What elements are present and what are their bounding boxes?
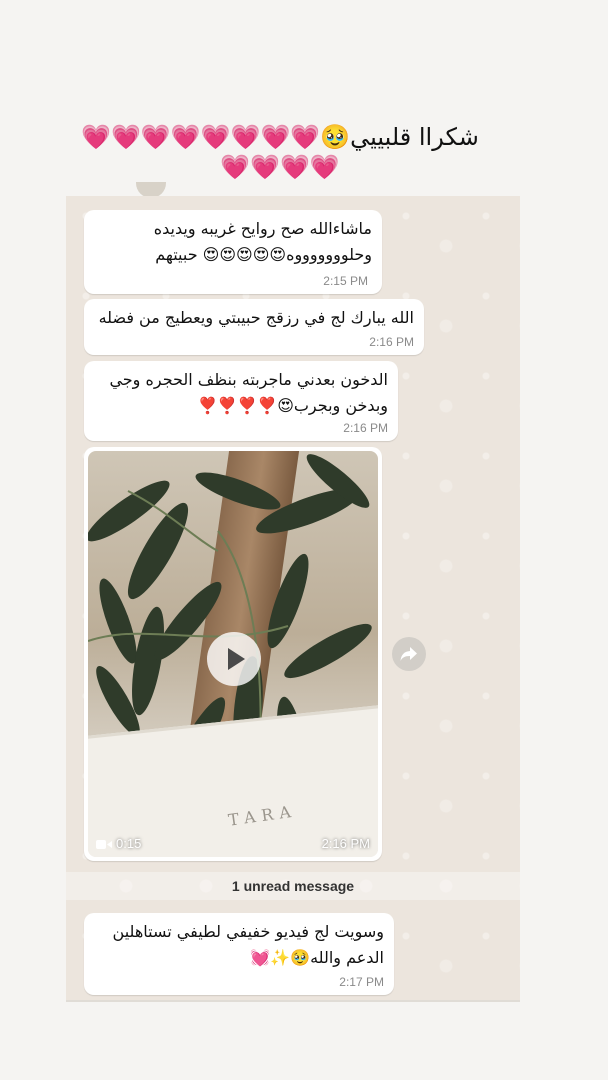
video-duration-text: 0:15 bbox=[116, 836, 142, 851]
unread-divider: 1 unread message bbox=[66, 872, 520, 900]
message-text: الله يبارك لج في رزقج حبيبتي ويعطيج من ف… bbox=[84, 299, 424, 331]
video-message[interactable]: TARA 0:15 2:16 PM bbox=[84, 447, 382, 861]
video-camera-icon bbox=[96, 838, 112, 849]
video-duration: 0:15 bbox=[96, 836, 141, 851]
video-thumbnail[interactable]: TARA 0:15 2:16 PM bbox=[88, 451, 378, 857]
caption-text: شكرا‎ا قلبييي🥹💗💗💗💗💗💗💗💗 💗💗💗💗 bbox=[60, 122, 500, 182]
chat-divider bbox=[66, 1000, 520, 1002]
message-bubble[interactable]: ماشاءالله صح روايح غريبه ويديده وحلووووو… bbox=[84, 210, 382, 294]
video-time: 2:16 PM bbox=[321, 836, 370, 851]
message-time: 2:15 PM bbox=[323, 274, 368, 288]
message-line: الدخون بعدني ماجربته بنظف الحجره وجي bbox=[109, 370, 388, 389]
message-text: ماشاءالله صح روايح غريبه ويديده وحلووووو… bbox=[84, 210, 382, 268]
message-time: 2:16 PM bbox=[343, 421, 388, 435]
message-text: الدخون بعدني ماجربته بنظف الحجره وجي وبد… bbox=[84, 361, 398, 419]
play-icon[interactable] bbox=[207, 632, 261, 686]
message-line: الله يبارك لج في رزقج حبيبتي ويعطيج من ف… bbox=[98, 308, 414, 327]
message-time: 2:17 PM bbox=[339, 975, 384, 989]
message-bubble[interactable]: وسويت لج فيديو خفيفي لطيفي تستاهلين الدع… bbox=[84, 913, 394, 995]
caption-line-2: 💗💗💗💗 bbox=[220, 153, 340, 181]
message-line: وحلوووووووه😍😍😍😍😍 حبيتهم bbox=[155, 245, 372, 264]
message-line: الدعم والله🥹✨💓 bbox=[250, 948, 384, 967]
message-line: وبدخن وبجرب😍❣️❣️❣️❣️ bbox=[197, 396, 389, 415]
message-bubble[interactable]: الله يبارك لج في رزقج حبيبتي ويعطيج من ف… bbox=[84, 299, 424, 355]
message-bubble[interactable]: الدخون بعدني ماجربته بنظف الحجره وجي وبد… bbox=[84, 361, 398, 441]
message-line: وسويت لج فيديو خفيفي لطيفي تستاهلين bbox=[112, 922, 384, 941]
forward-icon[interactable] bbox=[392, 637, 426, 671]
message-text: وسويت لج فيديو خفيفي لطيفي تستاهلين الدع… bbox=[84, 913, 394, 971]
message-line: ماشاءالله صح روايح غريبه ويديده bbox=[153, 219, 372, 238]
message-time: 2:16 PM bbox=[369, 335, 414, 349]
caption-line-1: شكرا‎ا قلبييي🥹💗💗💗💗💗💗💗💗 bbox=[81, 123, 479, 151]
